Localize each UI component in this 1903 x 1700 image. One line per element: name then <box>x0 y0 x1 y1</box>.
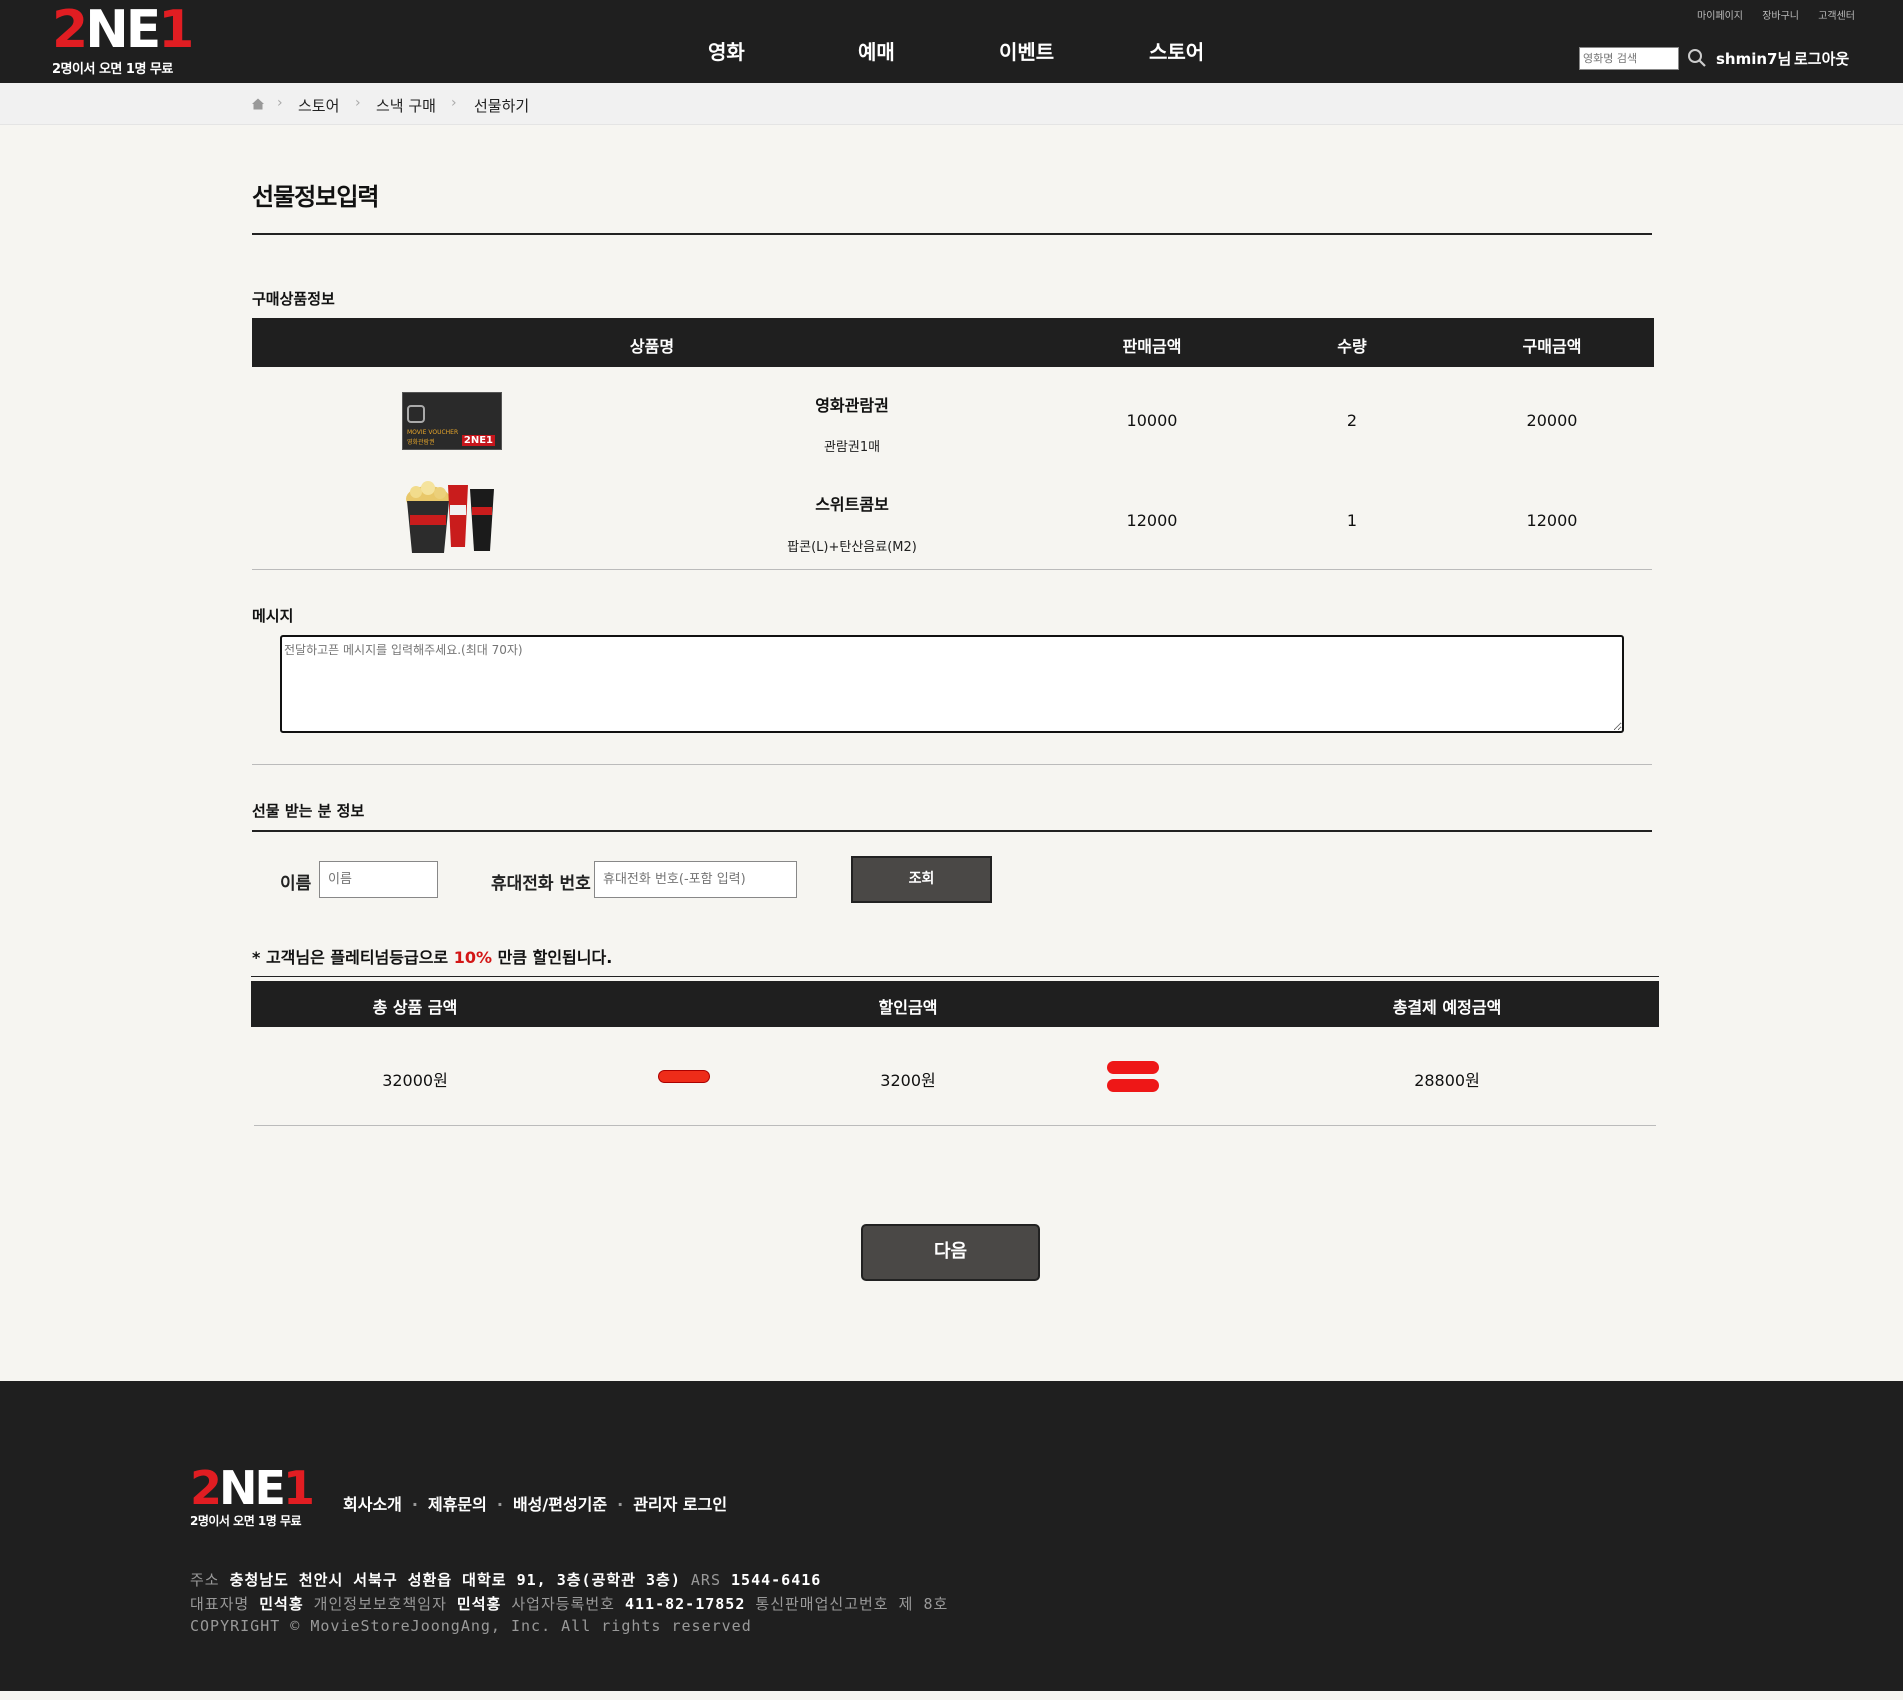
discount-note-prefix: * 고객님은 플레티넘등급으로 <box>252 948 454 967</box>
col-final-amount: 총결제 예정금액 <box>1392 998 1502 1017</box>
util-cart[interactable]: 장바구니 <box>1762 11 1799 22</box>
biz-value: 411-82-17852 <box>624 1595 746 1613</box>
recipient-phone-label: 휴대전화 번호 <box>491 874 591 894</box>
voucher-thumb-sub: 영화관람권 <box>407 439 435 446</box>
message-divider <box>252 764 1652 765</box>
footer-company-line: 대표자명 민석홍 개인정보보호책임자 민석홍 사업자등록번호 411-82-17… <box>190 1593 948 1614</box>
nav-movie[interactable]: 영화 <box>708 36 745 65</box>
summary-bottom-divider <box>254 1125 1656 1126</box>
purchase-section-label: 구매상품정보 <box>252 290 335 308</box>
chevron-right-icon: › <box>277 95 283 111</box>
item-desc: 팝콘(L)+탄산음료(M2) <box>787 540 917 555</box>
title-divider <box>252 233 1652 235</box>
page-title: 선물정보입력 <box>252 183 379 211</box>
lookup-button[interactable]: 조회 <box>851 856 992 903</box>
item-price: 10000 <box>1126 411 1178 430</box>
footer-links: 회사소개 · 제휴문의 · 배성/편성기준 · 관리자 로그인 <box>343 1495 728 1514</box>
voucher-thumb-brand: 2NE1 <box>461 435 495 446</box>
footer-link-partnership[interactable]: 제휴문의 <box>428 1495 487 1514</box>
footer-link-policy[interactable]: 배성/편성기준 <box>513 1495 607 1514</box>
item-desc: 관람권1매 <box>823 440 881 455</box>
col-product-name: 상품명 <box>629 337 675 356</box>
nav-booking[interactable]: 예매 <box>858 36 895 65</box>
site-logo[interactable]: 2NE1 2명이서 오면 1명 무료 <box>52 0 202 77</box>
chevron-right-icon: › <box>355 95 361 111</box>
utility-links: 마이페이지 장바구니 고객센터 <box>1681 7 1855 22</box>
message-label: 메시지 <box>252 607 294 625</box>
col-quantity: 수량 <box>1337 337 1367 356</box>
util-mypage[interactable]: 마이페이지 <box>1697 11 1743 22</box>
footer-logo[interactable]: 2NE1 2명이서 오면 1명 무료 <box>190 1461 315 1529</box>
footer-link-admin-login[interactable]: 관리자 로그인 <box>633 1495 727 1514</box>
purchase-table-header: 상품명 판매금액 수량 구매금액 <box>252 318 1654 367</box>
item-total: 20000 <box>1526 411 1578 430</box>
address-value: 충청남도 천안시 서북구 성환읍 대학로 91, 3층(공학관 3층) <box>229 1571 681 1589</box>
item-price: 12000 <box>1126 511 1178 530</box>
recipient-divider <box>252 830 1652 832</box>
recipient-phone-input[interactable] <box>594 861 797 898</box>
col-sale-price: 판매금액 <box>1122 337 1182 356</box>
item-total: 12000 <box>1526 511 1578 530</box>
nav-event[interactable]: 이벤트 <box>999 36 1054 65</box>
nav-store[interactable]: 스토어 <box>1149 36 1204 65</box>
address-label: 주소 <box>190 1571 220 1589</box>
discount-rate: 10% <box>453 948 493 967</box>
search-icon[interactable] <box>1687 48 1707 68</box>
discount-note: * 고객님은 플레티넘등급으로 10% 만큼 할인됩니다. <box>252 944 612 968</box>
privacy-label: 개인정보보호책임자 <box>313 1595 447 1613</box>
summary-table-header: 총 상품 금액 할인금액 총결제 예정금액 <box>251 981 1659 1027</box>
recipient-name-input[interactable] <box>319 861 438 898</box>
user-name: shmin7님 <box>1716 50 1792 68</box>
camera-icon <box>407 405 425 423</box>
ars-value: 1544-6416 <box>731 1571 822 1589</box>
ceo-label: 대표자명 <box>190 1595 250 1613</box>
logout-link[interactable]: 로그아웃 <box>1794 48 1849 69</box>
breadcrumb-store[interactable]: 스토어 <box>298 95 339 116</box>
site-footer: 2NE1 2명이서 오면 1명 무료 회사소개 · 제휴문의 · 배성/편성기준 · 관리자… <box>0 1381 1903 1691</box>
footer-logo-tagline: 2명이서 오면 1명 무료 <box>190 1514 302 1528</box>
privacy-value: 민석홍 <box>456 1595 502 1613</box>
item-name: 스위트콤보 <box>815 495 889 514</box>
discount-note-suffix: 만큼 할인됩니다. <box>492 948 613 967</box>
summary-final: 28800원 <box>1414 1071 1480 1090</box>
footer-link-about[interactable]: 회사소개 <box>343 1495 402 1514</box>
col-total-product-amount: 총 상품 금액 <box>372 998 458 1017</box>
footer-copyright: COPYRIGHT © MovieStoreJoongAng, Inc. All… <box>190 1617 752 1635</box>
footer-logo-mark: 2NE1 <box>190 1461 315 1515</box>
util-support[interactable]: 고객센터 <box>1818 11 1855 22</box>
ars-label: ARS <box>690 1571 721 1589</box>
next-button[interactable]: 다음 <box>861 1224 1040 1281</box>
ecommerce-number: 통신판매업신고번호 제 8호 <box>755 1595 949 1613</box>
breadcrumb-snack[interactable]: 스낵 구매 <box>376 95 436 116</box>
logo-tagline: 2명이서 오면 1명 무료 <box>52 62 173 77</box>
ceo-value: 민석홍 <box>259 1595 304 1613</box>
recipient-section-label: 선물 받는 분 정보 <box>252 802 365 820</box>
col-discount-amount: 할인금액 <box>878 998 938 1017</box>
summary-total: 32000원 <box>382 1071 448 1090</box>
site-header: 2NE1 2명이서 오면 1명 무료 영화 예매 이벤트 스토어 마이페이지 장… <box>0 0 1903 83</box>
breadcrumb: › 스토어 › 스낵 구매 › 선물하기 <box>0 83 1903 125</box>
table-bottom-divider <box>252 569 1652 570</box>
item-qty: 2 <box>1346 411 1358 430</box>
recipient-name-label: 이름 <box>280 874 312 894</box>
item-name: 영화관람권 <box>815 396 889 415</box>
movie-search-input[interactable] <box>1579 47 1679 70</box>
chevron-right-icon: › <box>451 95 457 111</box>
minus-icon <box>658 1070 710 1083</box>
summary-top-divider <box>251 976 1659 977</box>
home-icon[interactable] <box>251 97 265 111</box>
col-purchase-amount: 구매금액 <box>1522 337 1582 356</box>
breadcrumb-gift: 선물하기 <box>474 97 530 115</box>
sweet-combo-thumbnail <box>406 481 494 553</box>
gift-message-textarea[interactable] <box>280 635 1624 733</box>
summary-discount: 3200원 <box>880 1071 936 1090</box>
item-qty: 1 <box>1346 511 1358 530</box>
logo-mark: 2NE1 <box>52 0 194 60</box>
voucher-thumbnail: MOVIE VOUCHER 영화관람권 2NE1 <box>402 392 502 450</box>
voucher-thumb-text: MOVIE VOUCHER <box>407 429 459 436</box>
biz-label: 사업자등록번호 <box>511 1595 615 1613</box>
footer-address-line: 주소 충청남도 천안시 서북구 성환읍 대학로 91, 3층(공학관 3층) A… <box>190 1569 821 1590</box>
